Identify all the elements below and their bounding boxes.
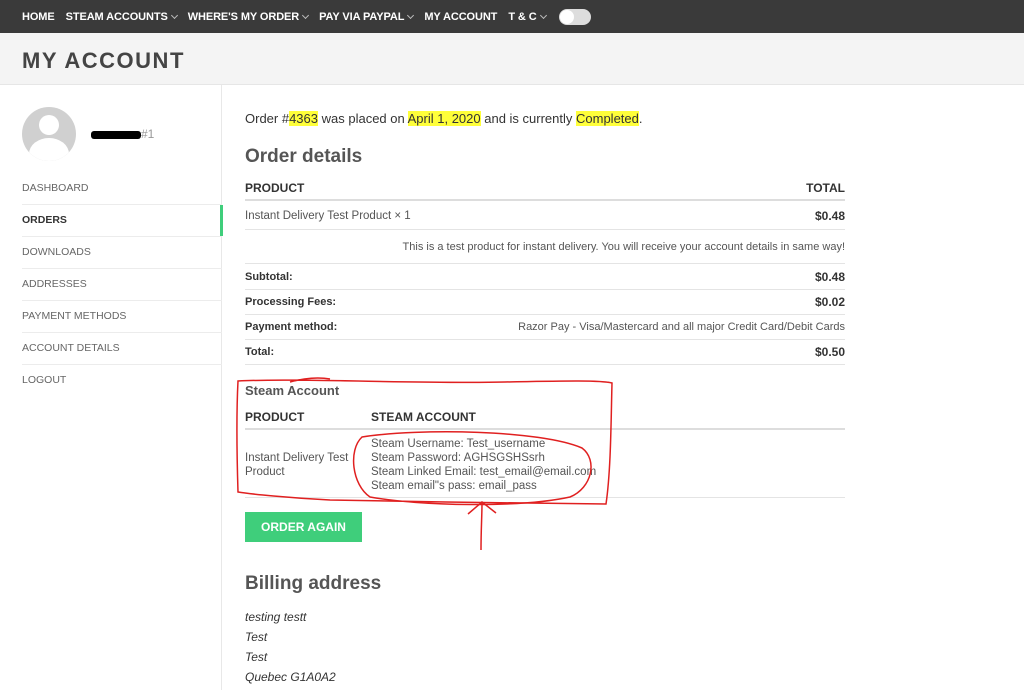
payment-method-row: Payment method: Razor Pay - Visa/Masterc… — [245, 315, 845, 340]
fees-label: Processing Fees: — [245, 296, 337, 308]
steam-linked-email: Steam Linked Email: test_email@email.com — [371, 466, 597, 478]
sidebar-item-payment-methods[interactable]: PAYMENT METHODS — [22, 301, 222, 333]
nav-home[interactable]: HOME — [22, 11, 55, 23]
steam-header-divider — [245, 428, 845, 430]
steam-password: Steam Password: AGHSGSHSsrh — [371, 452, 545, 464]
subtotal-row: Subtotal: $0.48 — [245, 265, 845, 290]
order-date: April 1, 2020 — [407, 111, 481, 126]
col-total: TOTAL — [806, 181, 845, 195]
subtotal-value: $0.48 — [814, 270, 845, 284]
notice-mid2: and is currently — [480, 111, 576, 126]
user-id: #1 — [141, 127, 155, 141]
billing-address: testing testt Test Test Quebec G1A0A2 — [245, 607, 336, 687]
order-notice: Order #4363 was placed on April 1, 2020 … — [245, 111, 643, 126]
steam-product-name: Instant Delivery Test Product — [245, 452, 349, 478]
steam-account-heading: Steam Account — [245, 383, 340, 398]
order-again-button[interactable]: ORDER AGAIN — [245, 512, 362, 542]
account-sidebar: #1 DASHBOARD ORDERS DOWNLOADS ADDRESSES … — [0, 85, 223, 690]
item-total: $0.48 — [814, 208, 845, 223]
nav-terms[interactable]: T & C — [508, 11, 547, 23]
sidebar-item-downloads[interactable]: DOWNLOADS — [22, 237, 222, 269]
chevron-down-icon — [407, 11, 415, 19]
steam-col-account: STEAM ACCOUNT — [371, 410, 476, 424]
billing-line: Test — [245, 630, 268, 644]
payment-method-value: Razor Pay - Visa/Mastercard and all majo… — [518, 321, 845, 333]
nav-pay-via-paypal[interactable]: PAY VIA PAYPAL — [319, 11, 415, 23]
annotation-arrow — [467, 501, 497, 551]
avatar-head-shape — [39, 115, 59, 135]
product-link[interactable]: Instant Delivery Test Product × 1 — [245, 210, 411, 222]
fees-value: $0.02 — [814, 295, 845, 309]
billing-line: Test — [245, 650, 268, 664]
total-row: Total: $0.50 — [245, 340, 845, 365]
steam-col-product: PRODUCT — [245, 410, 305, 424]
steam-email-pass: Steam email"s pass: email_pass — [371, 480, 537, 492]
chevron-down-icon — [302, 11, 310, 19]
theme-toggle[interactable] — [558, 8, 591, 25]
redacted-username — [91, 130, 141, 139]
steam-table-divider — [245, 497, 845, 498]
sidebar-item-dashboard[interactable]: DASHBOARD — [22, 173, 222, 205]
order-status: Completed — [576, 111, 639, 126]
username: #1 — [91, 127, 154, 141]
page-title: MY ACCOUNT — [22, 48, 185, 73]
billing-address-heading: Billing address — [245, 573, 382, 594]
notice-prefix: Order # — [245, 111, 290, 126]
avatar-body-shape — [29, 138, 69, 161]
billing-line: Quebec G1A0A2 — [245, 670, 336, 684]
notice-mid: was placed on — [318, 111, 408, 126]
total-label: Total: — [245, 346, 275, 358]
item-description-row: This is a test product for instant deliv… — [245, 231, 845, 264]
sidebar-item-addresses[interactable]: ADDRESSES — [22, 269, 222, 301]
sidebar-item-orders[interactable]: ORDERS — [22, 205, 223, 237]
order-details-heading: Order details — [245, 146, 363, 167]
table-row: Instant Delivery Test Product × 1 $0.48 — [245, 202, 845, 230]
nav-steam-accounts[interactable]: STEAM ACCOUNTS — [66, 11, 178, 23]
top-navigation: HOME STEAM ACCOUNTS WHERE'S MY ORDER PAY… — [0, 0, 1024, 33]
billing-line: testing testt — [245, 610, 307, 624]
toggle-knob — [559, 9, 574, 24]
fees-row: Processing Fees: $0.02 — [245, 290, 845, 315]
chevron-down-icon — [539, 11, 547, 19]
order-table-header: PRODUCT TOTAL — [245, 177, 845, 201]
total-value: $0.50 — [814, 345, 845, 359]
order-number: 4363 — [289, 111, 318, 126]
payment-method-label: Payment method: — [245, 321, 338, 333]
title-band: MY ACCOUNT — [0, 33, 1024, 85]
nav-my-account[interactable]: MY ACCOUNT — [424, 11, 497, 23]
subtotal-label: Subtotal: — [245, 271, 293, 283]
notice-end: . — [638, 111, 643, 126]
steam-username: Steam Username: Test_username — [371, 438, 546, 450]
sidebar-item-account-details[interactable]: ACCOUNT DETAILS — [22, 333, 222, 365]
sidebar-item-logout[interactable]: LOGOUT — [22, 365, 222, 397]
chevron-down-icon — [170, 11, 178, 19]
avatar — [22, 107, 76, 161]
account-menu: DASHBOARD ORDERS DOWNLOADS ADDRESSES PAY… — [22, 173, 223, 397]
nav-wheres-my-order[interactable]: WHERE'S MY ORDER — [188, 11, 310, 23]
col-product: PRODUCT — [245, 181, 305, 195]
steam-account-details: Steam Username: Test_username Steam Pass… — [371, 437, 596, 493]
item-description: This is a test product for instant deliv… — [402, 241, 845, 253]
